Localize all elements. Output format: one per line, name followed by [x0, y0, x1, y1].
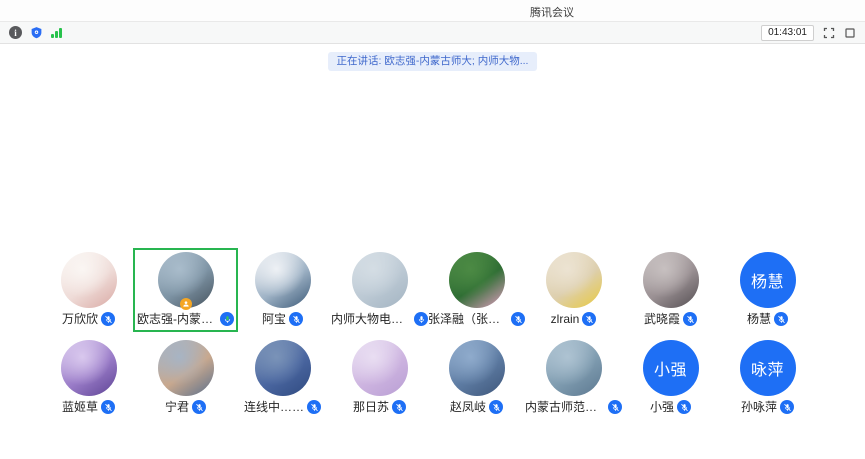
- mic-status-icon: [101, 312, 115, 326]
- participant-name-row: 张泽融（张院生）: [428, 312, 525, 326]
- participant-avatar: [546, 340, 602, 396]
- mic-status-icon: [414, 312, 428, 326]
- participant-name: 欧志强-内蒙古师...: [137, 312, 217, 326]
- participant-name: 蓝姬草: [62, 400, 98, 414]
- participant-avatar: [61, 252, 117, 308]
- participant-name: 内师大物电院巴...: [331, 312, 411, 326]
- participant-avatar: [352, 252, 408, 308]
- speaking-banner: 正在讲话: 欧志强-内蒙古师大; 内师大物...: [328, 52, 538, 71]
- participant-tile[interactable]: 武晓霞: [622, 252, 719, 328]
- participant-tile[interactable]: 张泽融（张院生）: [428, 252, 525, 328]
- participant-avatar: [449, 340, 505, 396]
- participant-tile[interactable]: 咏萍 孙咏萍: [719, 340, 816, 416]
- mic-status-icon: [307, 400, 321, 414]
- network-signal-icon[interactable]: [51, 27, 62, 38]
- participant-avatar: [352, 340, 408, 396]
- meeting-timer: 01:43:01: [761, 25, 814, 41]
- toolbar-left-group: i: [9, 26, 62, 39]
- participant-name-row: 那日苏: [353, 400, 406, 414]
- mic-status-icon: [192, 400, 206, 414]
- titlebar: 腾讯会议: [0, 0, 865, 21]
- participant-avatar: [158, 252, 214, 308]
- participant-name-row: 孙咏萍: [741, 400, 794, 414]
- participant-name-row: zlrain: [551, 312, 597, 326]
- participant-tile[interactable]: 蓝姬草: [40, 340, 137, 416]
- participant-avatar: 小强: [643, 340, 699, 396]
- participant-name: 那日苏: [353, 400, 389, 414]
- participant-name-row: 内师大物电院巴...: [331, 312, 428, 326]
- participant-avatar: 杨慧: [740, 252, 796, 308]
- mic-status-icon: [289, 312, 303, 326]
- participant-name-row: 蓝姬草: [62, 400, 115, 414]
- participant-name: 万欣欣: [62, 312, 98, 326]
- participant-name: 张泽融（张院生）: [428, 312, 508, 326]
- participant-name-row: 杨慧: [747, 312, 788, 326]
- mic-status-icon: [392, 400, 406, 414]
- participant-tile[interactable]: zlrain: [525, 252, 622, 328]
- participant-avatar: [255, 252, 311, 308]
- participant-avatar: [643, 252, 699, 308]
- participant-tile[interactable]: 内蒙古师范大学...: [525, 340, 622, 416]
- window-title: 腾讯会议: [530, 4, 574, 20]
- toolbar: i 01:43:01: [0, 21, 865, 44]
- mic-status-icon: [780, 400, 794, 414]
- participant-tile[interactable]: 赵凤岐: [428, 340, 525, 416]
- participant-avatar: [61, 340, 117, 396]
- participant-tile[interactable]: 杨慧 杨慧: [719, 252, 816, 328]
- participant-tile[interactable]: 连线中……: [234, 340, 331, 416]
- participant-name-row: 赵凤岐: [450, 400, 503, 414]
- mic-status-icon: [683, 312, 697, 326]
- participant-tile[interactable]: 内师大物电院巴...: [331, 252, 428, 328]
- participant-name-row: 连线中……: [244, 400, 321, 414]
- mic-status-icon: [220, 312, 234, 326]
- participant-tile[interactable]: 欧志强-内蒙古师...: [137, 252, 234, 328]
- mic-status-icon: [774, 312, 788, 326]
- meeting-window: 腾讯会议 i 01:43:01: [0, 0, 865, 459]
- host-badge-icon: [180, 298, 192, 310]
- participant-name-row: 阿宝: [262, 312, 303, 326]
- participant-name: 赵凤岐: [450, 400, 486, 414]
- participant-name-row: 宁君: [165, 400, 206, 414]
- participant-name-row: 内蒙古师范大学...: [525, 400, 622, 414]
- participant-avatar: [546, 252, 602, 308]
- participant-name: 孙咏萍: [741, 400, 777, 414]
- mic-status-icon: [511, 312, 525, 326]
- participant-name: 内蒙古师范大学...: [525, 400, 605, 414]
- participant-name: 武晓霞: [644, 312, 680, 326]
- participant-avatar: [449, 252, 505, 308]
- participant-name-row: 欧志强-内蒙古师...: [137, 312, 234, 326]
- participant-name-row: 武晓霞: [644, 312, 697, 326]
- participant-avatar: [158, 340, 214, 396]
- fullscreen-icon[interactable]: [823, 27, 835, 39]
- participant-tile[interactable]: 万欣欣: [40, 252, 137, 328]
- security-shield-icon[interactable]: [30, 26, 43, 39]
- participant-name-row: 小强: [650, 400, 691, 414]
- participant-name: 杨慧: [747, 312, 771, 326]
- participant-name: zlrain: [551, 312, 580, 326]
- meeting-info-icon[interactable]: i: [9, 26, 22, 39]
- participant-tile[interactable]: 小强 小强: [622, 340, 719, 416]
- mic-status-icon: [608, 400, 622, 414]
- participant-name-row: 万欣欣: [62, 312, 115, 326]
- participant-name: 宁君: [165, 400, 189, 414]
- mic-status-icon: [677, 400, 691, 414]
- participant-grid: 万欣欣 欧志强-内蒙古师... 阿宝: [40, 252, 816, 416]
- participant-name: 连线中……: [244, 400, 304, 414]
- mic-status-icon: [582, 312, 596, 326]
- participant-avatar: [255, 340, 311, 396]
- mic-status-icon: [101, 400, 115, 414]
- participant-tile[interactable]: 那日苏: [331, 340, 428, 416]
- participant-tile[interactable]: 宁君: [137, 340, 234, 416]
- toolbar-right-group: 01:43:01: [761, 25, 856, 41]
- mic-status-icon: [489, 400, 503, 414]
- participant-avatar: 咏萍: [740, 340, 796, 396]
- participant-tile[interactable]: 阿宝: [234, 252, 331, 328]
- layout-view-icon[interactable]: [844, 27, 856, 39]
- participant-name: 阿宝: [262, 312, 286, 326]
- participant-name: 小强: [650, 400, 674, 414]
